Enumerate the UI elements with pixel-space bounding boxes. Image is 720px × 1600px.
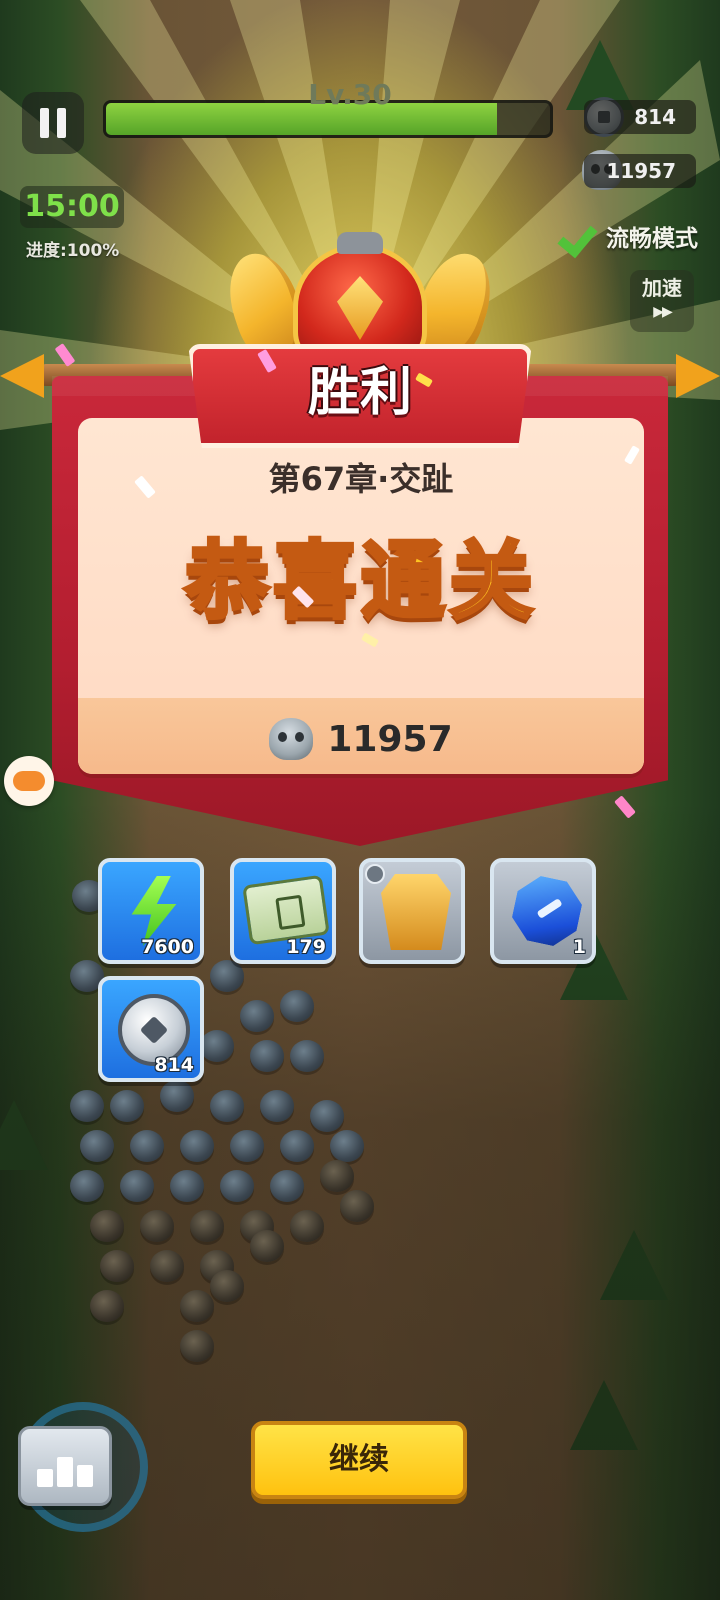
pause-bar bbox=[40, 108, 49, 138]
reward-item-scroll[interactable]: 179 bbox=[230, 858, 336, 964]
skull-reward: 11957 bbox=[78, 718, 644, 760]
soldier bbox=[180, 1130, 214, 1162]
soldier bbox=[150, 1250, 184, 1282]
speed-up-label: 加速 bbox=[642, 276, 682, 300]
soldier bbox=[240, 1000, 274, 1032]
pause-button[interactable] bbox=[22, 92, 84, 154]
soldier bbox=[100, 1250, 134, 1282]
smooth-mode-label: 流畅模式 bbox=[606, 226, 698, 252]
reward-count: 814 bbox=[154, 1054, 194, 1076]
soldier bbox=[340, 1190, 374, 1222]
podium-bar bbox=[57, 1457, 73, 1487]
soldier bbox=[230, 1130, 264, 1162]
helmet-crest bbox=[337, 232, 383, 254]
victory-title: 胜利 bbox=[307, 363, 412, 423]
soldier bbox=[120, 1170, 154, 1202]
soldier bbox=[310, 1100, 344, 1132]
reward-item-armor[interactable] bbox=[359, 858, 465, 964]
rod-tip-right bbox=[676, 354, 720, 398]
soldier bbox=[250, 1040, 284, 1072]
soldier bbox=[180, 1330, 214, 1362]
podium-bar bbox=[37, 1469, 53, 1487]
fast-forward-icon: ▶▶ bbox=[653, 304, 673, 320]
soldier bbox=[210, 1090, 244, 1122]
rod-tip-left bbox=[0, 354, 44, 398]
soldier bbox=[290, 1040, 324, 1072]
soldier bbox=[280, 1130, 314, 1162]
headline-text: 恭喜通关 bbox=[183, 530, 537, 632]
soldier bbox=[320, 1160, 354, 1192]
reward-item-energy[interactable]: 7600 bbox=[98, 858, 204, 964]
soldier bbox=[180, 1290, 214, 1322]
podium-bar bbox=[77, 1465, 93, 1487]
soldier bbox=[90, 1210, 124, 1242]
reward-count: 7600 bbox=[141, 936, 194, 958]
soldier bbox=[80, 1130, 114, 1162]
soldier bbox=[210, 960, 244, 992]
soldier bbox=[140, 1210, 174, 1242]
soldier bbox=[280, 990, 314, 1022]
soldier bbox=[160, 1080, 194, 1112]
skull-icon bbox=[269, 718, 314, 760]
gamepad-icon bbox=[13, 771, 45, 791]
coin-counter: 814 bbox=[584, 100, 696, 134]
leaderboard-button[interactable] bbox=[18, 1426, 112, 1506]
chapter-title: 第67章·交趾 bbox=[268, 460, 454, 498]
soldier bbox=[200, 1030, 234, 1062]
soldier bbox=[130, 1130, 164, 1162]
result-card: 第67章·交趾 恭喜通关 11957 bbox=[78, 418, 644, 774]
soldier bbox=[330, 1130, 364, 1162]
soldier bbox=[260, 1090, 294, 1122]
battle-timer: 15:00 bbox=[20, 186, 124, 228]
scroll-icon bbox=[242, 874, 330, 946]
level-label: Lv.30 bbox=[308, 78, 392, 111]
soldier bbox=[70, 1170, 104, 1202]
golden-armor-icon bbox=[381, 874, 451, 950]
gamepad-button[interactable] bbox=[4, 756, 54, 806]
soldier bbox=[170, 1170, 204, 1202]
soldier bbox=[290, 1210, 324, 1242]
skull-reward-value: 11957 bbox=[327, 718, 453, 760]
smooth-mode-toggle[interactable]: 流畅模式 bbox=[558, 218, 698, 254]
skull-counter: 11957 bbox=[584, 154, 696, 188]
soldier bbox=[90, 1290, 124, 1322]
reward-count: 1 bbox=[572, 936, 586, 958]
soldier bbox=[220, 1170, 254, 1202]
soldier bbox=[110, 1090, 144, 1122]
continue-button[interactable]: 继续 bbox=[251, 1421, 467, 1499]
reward-count: 179 bbox=[286, 936, 326, 958]
soldier bbox=[190, 1210, 224, 1242]
soldier bbox=[250, 1230, 284, 1262]
speed-up-button[interactable]: 加速 ▶▶ bbox=[630, 270, 694, 332]
checkmark-icon bbox=[558, 218, 598, 254]
soldier bbox=[70, 1090, 104, 1122]
pause-bar bbox=[57, 108, 66, 138]
soldier bbox=[210, 1270, 244, 1302]
soldier bbox=[270, 1170, 304, 1202]
armor-badge-icon bbox=[365, 864, 385, 884]
reward-item-coin[interactable]: 814 bbox=[98, 976, 204, 1082]
stage-progress: 进度:100% bbox=[26, 241, 120, 261]
reward-item-gem[interactable]: 1 bbox=[490, 858, 596, 964]
